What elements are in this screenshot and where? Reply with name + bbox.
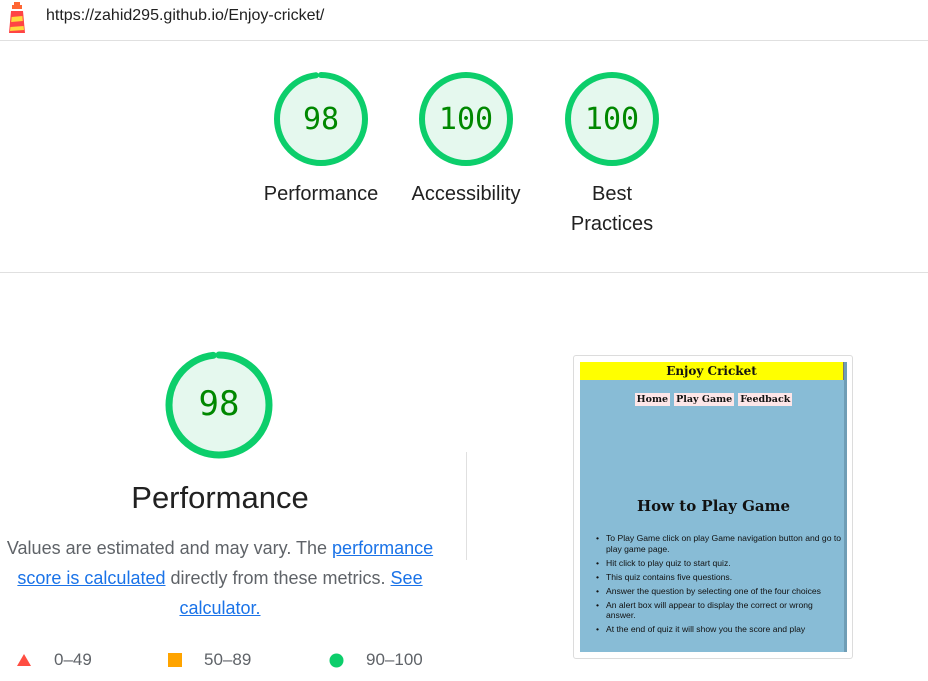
page-url[interactable]: https://zahid295.github.io/Enjoy-cricket…	[46, 7, 324, 25]
legend-range: 0–49	[54, 650, 92, 669]
gauge-score: 100	[438, 102, 494, 137]
legend-average: 50–89	[168, 648, 251, 672]
desc-text: directly from these metrics.	[165, 568, 391, 588]
column-divider	[466, 452, 467, 560]
site-nav: Home Play Game Feedback	[580, 393, 847, 406]
screenshot-page: Enjoy Cricket Home Play Game Feedback How …	[580, 362, 847, 652]
instructions-list: To Play Game click on play Game navigati…	[596, 533, 842, 638]
legend-range: 90–100	[366, 650, 423, 669]
final-screenshot[interactable]: Enjoy Cricket Home Play Game Feedback How …	[573, 355, 853, 659]
performance-description: Values are estimated and may vary. The p…	[2, 533, 438, 623]
gauge-performance[interactable]: 98 Performance	[255, 70, 387, 209]
performance-title: Performance	[131, 480, 309, 515]
square-icon	[168, 653, 182, 667]
site-heading: How to Play Game	[636, 497, 791, 515]
list-item: Hit click to play quiz to start quiz.	[596, 558, 842, 569]
list-item: This quiz contains five questions.	[596, 572, 842, 583]
list-item: Answer the question by selecting one of …	[596, 586, 842, 597]
site-title: Enjoy Cricket	[580, 362, 845, 380]
gauge-score: 98	[198, 384, 240, 424]
list-item: To Play Game click on play Game navigati…	[596, 533, 842, 554]
top-bar: https://zahid295.github.io/Enjoy-cricket…	[0, 0, 928, 41]
gauge-label: Best Practices	[570, 183, 654, 235]
nav-play-game: Play Game	[674, 393, 735, 406]
desc-text: Values are estimated and may vary. The	[6, 538, 333, 558]
gauge-score: 98	[302, 102, 340, 137]
list-item: An alert box will appear to display the …	[596, 600, 842, 621]
nav-feedback: Feedback	[738, 393, 793, 406]
gauge-accessibility[interactable]: 100 Accessibility	[400, 70, 532, 209]
section-divider	[0, 272, 928, 273]
list-item: At the end of quiz it will show you the …	[596, 624, 842, 635]
performance-gauge-large: 98	[163, 349, 275, 461]
lighthouse-icon	[9, 2, 25, 33]
legend-range: 50–89	[204, 650, 252, 669]
legend-fail: 0–49	[16, 648, 92, 672]
gauge-score: 100	[584, 102, 640, 137]
nav-home: Home	[634, 393, 671, 406]
gauge-best-practices[interactable]: 100 Best Practices	[546, 70, 678, 239]
gauge-label: Accessibility	[411, 183, 521, 205]
legend-pass: 90–100	[329, 648, 423, 672]
circle-icon	[329, 653, 344, 667]
gauge-label: Performance	[263, 183, 379, 205]
triangle-icon	[17, 654, 31, 666]
